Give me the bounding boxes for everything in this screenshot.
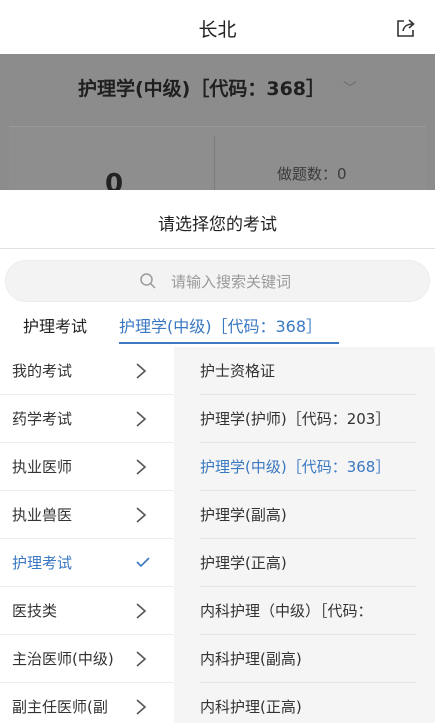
exam-option-selected[interactable]: 护理学(中级)［代码：368］ (174, 443, 435, 491)
exam-option[interactable]: 护理学(副高) (174, 491, 435, 539)
category-item[interactable]: 副主任医师(副 (0, 683, 174, 723)
category-item[interactable]: 医技类 (0, 587, 174, 635)
category-label: 副主任医师(副 (12, 698, 108, 716)
search-icon (140, 273, 156, 289)
current-exam-label: 护理学(中级)［代码：368］ (77, 78, 326, 100)
exam-option[interactable]: 内科护理(正高) (174, 683, 435, 723)
current-exam-title: 护理学(中级)［代码：368］ ﹀ (0, 74, 435, 101)
exam-option[interactable]: 护理学(护师)［代码：203］ (174, 395, 435, 443)
category-label: 执业医师 (12, 458, 73, 476)
check-icon (136, 557, 150, 568)
chevron-right-icon (136, 459, 147, 475)
category-item[interactable]: 我的考试 (0, 347, 174, 395)
category-label: 护理考试 (12, 554, 73, 572)
chevron-right-icon (136, 603, 147, 619)
exam-option-label: 内科护理（中级）［代码： (200, 602, 373, 620)
search-bar[interactable] (5, 260, 430, 302)
exam-option-label: 内科护理(正高) (200, 698, 302, 716)
stat-value: 0 (105, 169, 124, 190)
chevron-right-icon (136, 363, 147, 379)
chevron-right-icon (136, 651, 147, 667)
stats-divider (214, 136, 215, 190)
search-input[interactable] (171, 270, 371, 294)
chevron-right-icon (136, 411, 147, 427)
exam-option[interactable]: 内科护理(副高) (174, 635, 435, 683)
exam-option-list: 护士资格证 护理学(护师)［代码：203］ 护理学(中级)［代码：368］ 护理… (174, 347, 435, 723)
page-title: 长北 (198, 19, 237, 41)
dimmed-background-page[interactable]: 护理学(中级)［代码：368］ ﹀ 0 做题数：0 (0, 54, 435, 190)
exam-option-label: 护理学(护师)［代码：203］ (200, 410, 391, 428)
exam-option[interactable]: 护理学(正高) (174, 539, 435, 587)
answered-count-label: 做题数：0 (277, 165, 347, 183)
category-item[interactable]: 药学考试 (0, 395, 174, 443)
chevron-right-icon (136, 699, 147, 715)
category-item-active[interactable]: 护理考试 (0, 539, 174, 587)
divider (0, 248, 435, 249)
exam-option[interactable]: 内科护理（中级）［代码： (174, 587, 435, 635)
breadcrumb-item-nursing[interactable]: 护理考试 (23, 313, 87, 337)
exam-option-label: 护理学(中级)［代码：368］ (200, 458, 391, 476)
category-label: 我的考试 (12, 362, 73, 380)
breadcrumb-active-underline (119, 342, 339, 344)
exam-option[interactable]: 护士资格证 (174, 347, 435, 395)
sheet-title: 请选择您的考试 (158, 215, 277, 235)
chevron-down-icon: ﹀ (343, 81, 358, 97)
category-item[interactable]: 主治医师(中级) (0, 635, 174, 683)
top-navbar: 长北 (0, 0, 435, 54)
category-label: 主治医师(中级) (12, 650, 114, 668)
category-item[interactable]: 执业医师 (0, 443, 174, 491)
stats-card (9, 126, 426, 190)
category-item[interactable]: 执业兽医 (0, 491, 174, 539)
breadcrumb: 护理考试 护理学(中级)［代码：368］ (0, 308, 435, 348)
exam-option-label: 内科护理(副高) (200, 650, 302, 668)
exam-picker-sheet: 请选择您的考试 护理考试 护理学(中级)［代码：368］ 我的考试 药学考试 执… (0, 190, 435, 723)
chevron-right-icon (136, 507, 147, 523)
exam-option-label: 护士资格证 (200, 362, 276, 380)
share-icon[interactable] (395, 17, 417, 39)
category-label: 执业兽医 (12, 506, 73, 524)
breadcrumb-item-current[interactable]: 护理学(中级)［代码：368］ (119, 313, 322, 337)
category-list: 我的考试 药学考试 执业医师 执业兽医 护理考试 医技类 主治医师(中级) 副主… (0, 347, 174, 723)
category-label: 药学考试 (12, 410, 73, 428)
exam-option-label: 护理学(正高) (200, 554, 287, 572)
category-label: 医技类 (12, 602, 58, 620)
exam-option-label: 护理学(副高) (200, 506, 287, 524)
